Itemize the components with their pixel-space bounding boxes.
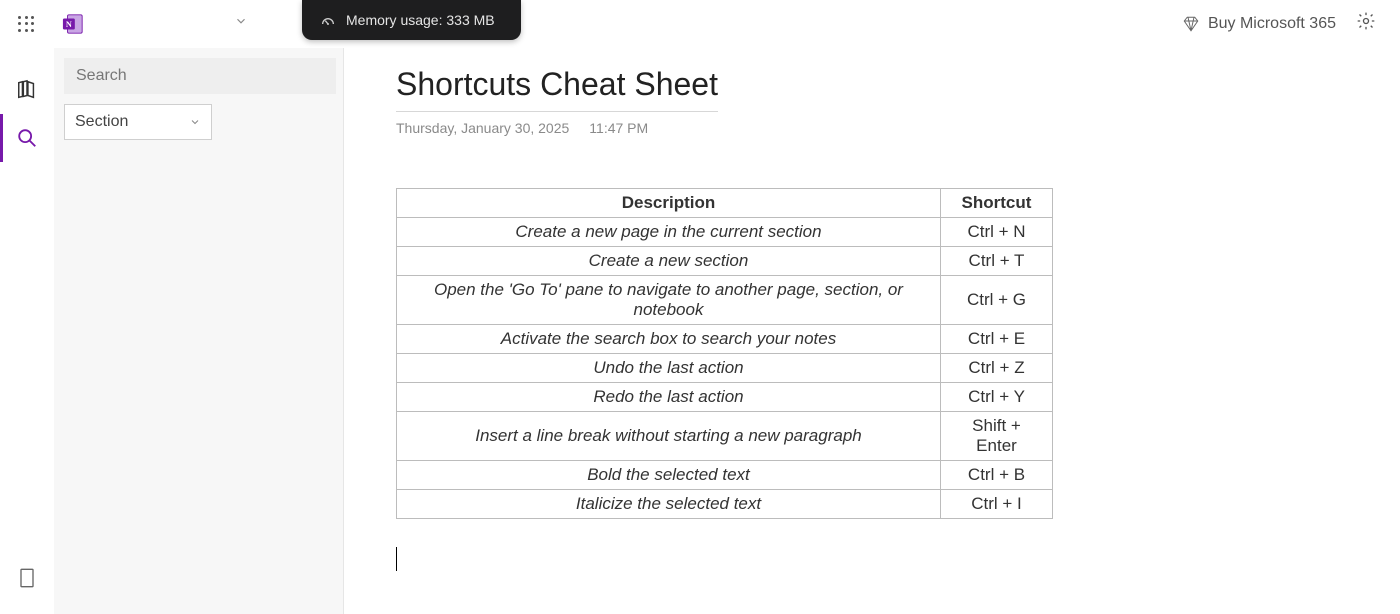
table-header-row: Description Shortcut [397, 189, 1053, 218]
gear-icon [1356, 11, 1376, 31]
app-header: N Memory usage: 333 MB Buy Microsoft 365 [0, 0, 1400, 48]
cell-shortcut[interactable]: Ctrl + N [941, 218, 1053, 247]
cell-description[interactable]: Italicize the selected text [397, 490, 941, 519]
table-row: Open the 'Go To' pane to navigate to ano… [397, 276, 1053, 325]
table-row: Activate the search box to search your n… [397, 325, 1053, 354]
rail-search[interactable] [0, 114, 54, 162]
svg-text:N: N [66, 20, 72, 29]
th-description: Description [397, 189, 941, 218]
diamond-icon [1182, 15, 1200, 33]
cell-shortcut[interactable]: Ctrl + Y [941, 383, 1053, 412]
cell-description[interactable]: Undo the last action [397, 354, 941, 383]
cell-shortcut[interactable]: Ctrl + E [941, 325, 1053, 354]
cell-shortcut[interactable]: Ctrl + Z [941, 354, 1053, 383]
table-row: Insert a line break without starting a n… [397, 412, 1053, 461]
app-launcher-button[interactable] [12, 10, 40, 38]
section-scope-dropdown[interactable]: Section [64, 104, 212, 140]
memory-usage-label: Memory usage: 333 MB [346, 12, 495, 28]
chevron-down-icon [189, 116, 201, 128]
cell-shortcut[interactable]: Ctrl + T [941, 247, 1053, 276]
rail-page-icon[interactable] [0, 554, 54, 602]
cell-shortcut[interactable]: Ctrl + B [941, 461, 1053, 490]
table-row: Italicize the selected textCtrl + I [397, 490, 1053, 519]
page-icon [19, 568, 35, 588]
buy-microsoft-365-button[interactable]: Buy Microsoft 365 [1182, 15, 1336, 33]
cell-description[interactable]: Bold the selected text [397, 461, 941, 490]
search-sidebar: Section [54, 48, 344, 614]
search-icon [16, 127, 38, 149]
cell-shortcut[interactable]: Shift + Enter [941, 412, 1053, 461]
table-row: Undo the last actionCtrl + Z [397, 354, 1053, 383]
left-rail [0, 48, 54, 614]
cell-description[interactable]: Redo the last action [397, 383, 941, 412]
note-canvas[interactable]: Shortcuts Cheat Sheet Thursday, January … [344, 48, 1400, 614]
cell-description[interactable]: Activate the search box to search your n… [397, 325, 941, 354]
cell-description[interactable]: Insert a line break without starting a n… [397, 412, 941, 461]
cell-shortcut[interactable]: Ctrl + I [941, 490, 1053, 519]
page-time: 11:47 PM [589, 120, 648, 136]
waffle-icon [17, 15, 35, 33]
gauge-icon [320, 12, 336, 28]
cell-shortcut[interactable]: Ctrl + G [941, 276, 1053, 325]
table-row: Bold the selected textCtrl + B [397, 461, 1053, 490]
search-input[interactable] [64, 58, 336, 94]
memory-usage-toast: Memory usage: 333 MB [302, 0, 521, 40]
th-shortcut: Shortcut [941, 189, 1053, 218]
section-scope-label: Section [75, 113, 128, 131]
text-cursor [396, 547, 397, 571]
cell-description[interactable]: Create a new page in the current section [397, 218, 941, 247]
table-row: Create a new sectionCtrl + T [397, 247, 1053, 276]
page-title[interactable]: Shortcuts Cheat Sheet [396, 66, 718, 112]
onenote-logo-icon: N [62, 13, 84, 35]
chevron-down-icon [234, 14, 248, 28]
rail-notebooks[interactable] [0, 66, 54, 114]
books-icon [16, 79, 38, 101]
table-row: Redo the last actionCtrl + Y [397, 383, 1053, 412]
settings-button[interactable] [1356, 11, 1376, 36]
page-meta: Thursday, January 30, 2025 11:47 PM [396, 120, 1400, 136]
page-date: Thursday, January 30, 2025 [396, 120, 569, 136]
shortcuts-table: Description Shortcut Create a new page i… [396, 188, 1053, 519]
notebook-dropdown[interactable] [234, 14, 248, 33]
table-row: Create a new page in the current section… [397, 218, 1053, 247]
buy-microsoft-365-label: Buy Microsoft 365 [1208, 15, 1336, 33]
cell-description[interactable]: Open the 'Go To' pane to navigate to ano… [397, 276, 941, 325]
cell-description[interactable]: Create a new section [397, 247, 941, 276]
